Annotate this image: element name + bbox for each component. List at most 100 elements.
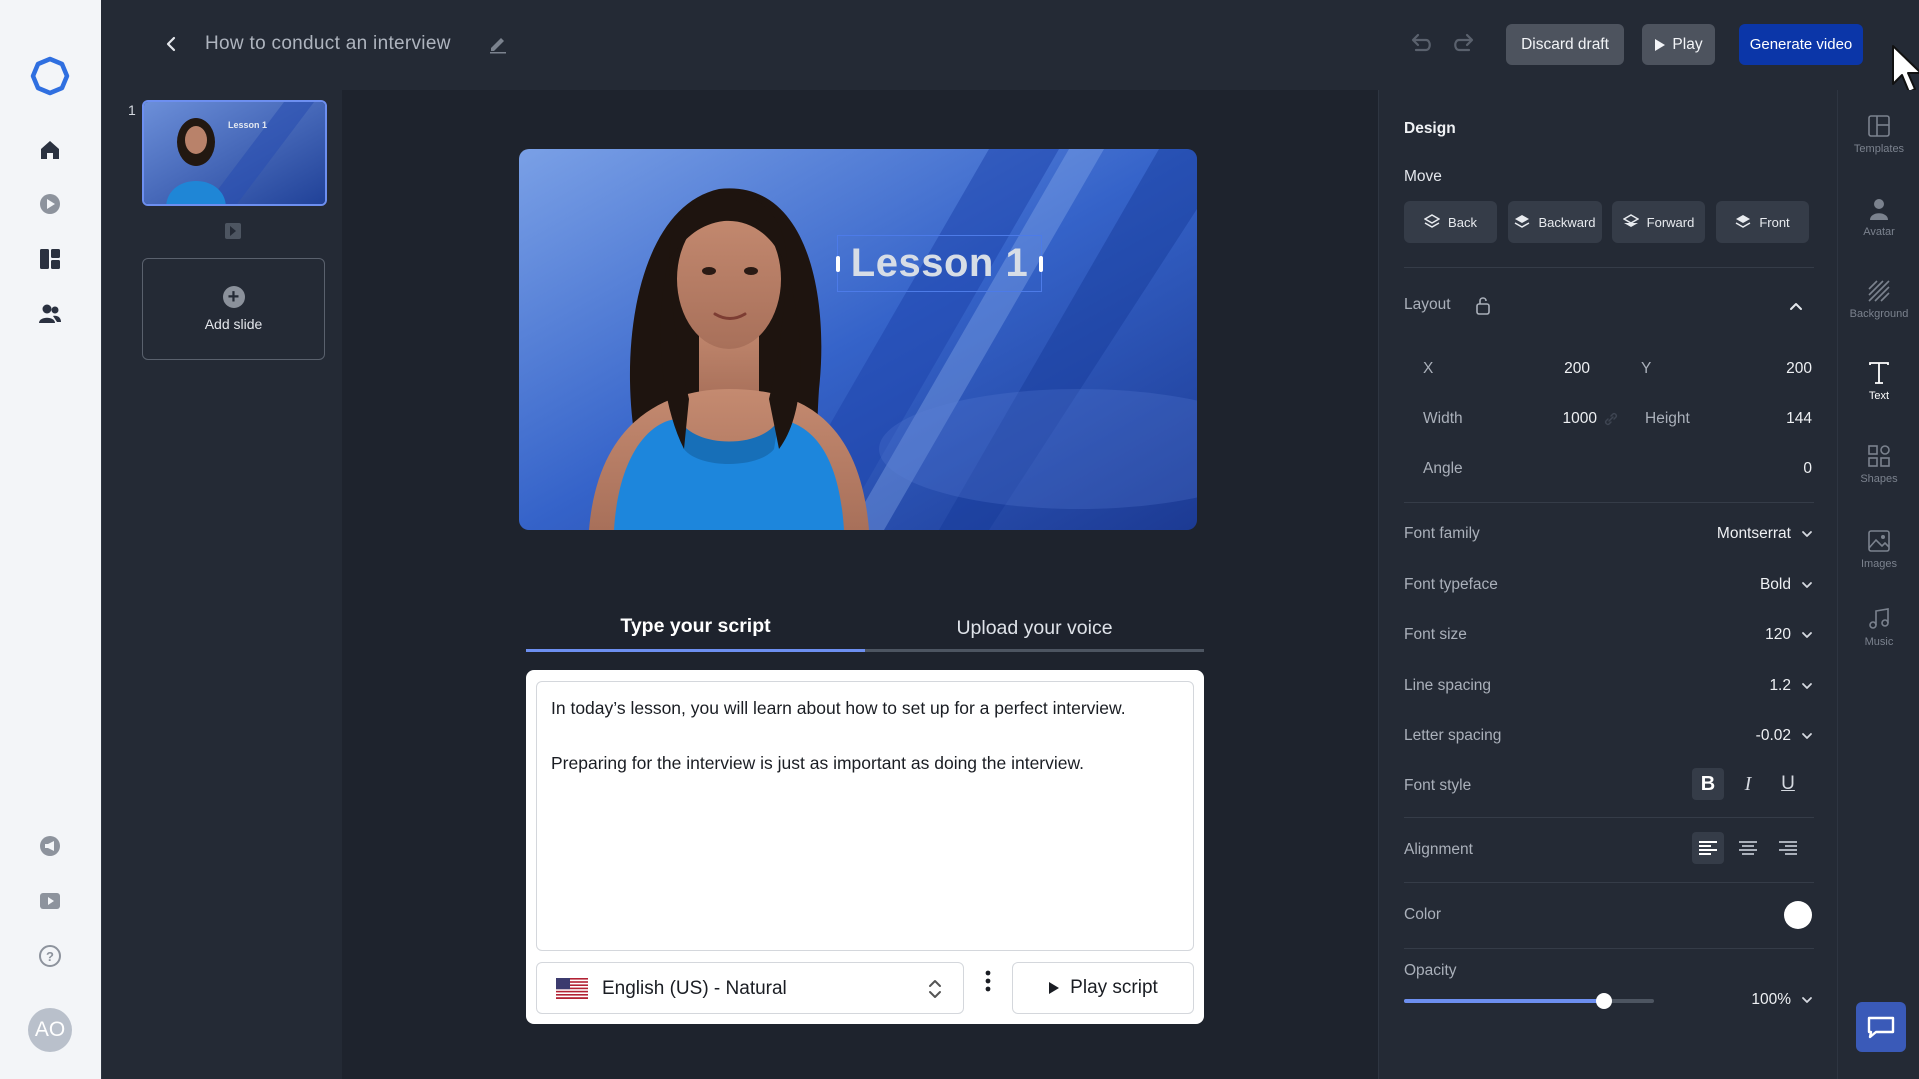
move-front-label: Front [1759,214,1790,230]
tab-upload-voice[interactable]: Upload your voice [865,604,1204,652]
play-script-button[interactable]: Play script [1012,962,1194,1014]
alignment-label: Alignment [1404,841,1473,858]
more-options-icon[interactable] [981,968,995,994]
play-circle-icon[interactable] [36,190,64,218]
tool-music[interactable]: Music [1838,593,1919,663]
bold-button[interactable]: B [1692,768,1724,800]
add-slide-label: Add slide [204,316,263,332]
user-avatar[interactable]: AO [28,1008,72,1052]
move-front-button[interactable]: Front [1716,201,1809,243]
height-input[interactable]: 144 [1709,410,1812,428]
tool-label: Images [1860,558,1898,570]
opacity-slider[interactable] [1404,993,1654,1009]
lock-open-icon[interactable] [1475,295,1491,315]
chevron-down-icon [1802,997,1812,1003]
script-card: In today’s lesson, you will learn about … [526,670,1204,1024]
play-script-label: Play script [1070,977,1158,998]
script-paragraph: In today’s lesson, you will learn about … [551,698,1126,718]
home-icon[interactable] [36,136,64,164]
chevron-up-icon[interactable] [1788,298,1804,314]
templates-icon [1868,115,1890,137]
chevron-down-icon [1802,582,1812,588]
italic-button[interactable]: I [1732,768,1764,800]
slides-panel: 1 Lesson 1 + Add slide [101,90,342,1079]
letter-spacing-select[interactable]: -0.02 [1756,727,1813,745]
width-label: Width [1423,410,1463,427]
megaphone-icon[interactable] [36,832,64,860]
lesson-title-text[interactable]: Lesson 1 [851,241,1028,286]
divider [1404,882,1814,883]
tool-background[interactable]: Background [1838,265,1919,335]
mouse-cursor-icon [1892,45,1919,93]
undo-icon[interactable] [1406,32,1434,56]
video-icon[interactable] [36,887,64,915]
tool-shapes[interactable]: Shapes [1838,430,1919,500]
color-label: Color [1404,906,1442,923]
us-flag-icon [556,978,588,999]
background-icon [1868,280,1890,302]
music-icon [1869,608,1889,629]
script-textarea[interactable]: In today’s lesson, you will learn about … [536,681,1194,951]
text-icon [1869,362,1889,384]
font-style-label: Font style [1404,777,1472,794]
chat-icon [1867,1016,1895,1039]
tool-label: Templates [1853,143,1905,155]
angle-input[interactable]: 0 [1709,460,1812,478]
font-family-select[interactable]: Montserrat [1717,525,1813,543]
resize-handle-right[interactable] [1039,256,1043,272]
slide-thumbnail[interactable]: Lesson 1 [142,100,327,206]
move-forward-button[interactable]: Forward [1612,201,1705,243]
layers-front-icon [1735,215,1751,228]
generate-video-label: Generate video [1749,36,1853,53]
brand-logo[interactable] [30,56,70,96]
users-icon[interactable] [36,300,64,328]
y-input[interactable]: 200 [1709,360,1812,378]
divider [1404,817,1814,818]
x-input[interactable]: 200 [1499,360,1590,378]
chat-support-button[interactable] [1856,1002,1906,1052]
edit-pencil-icon[interactable] [487,32,509,54]
move-back-button[interactable]: Back [1404,201,1497,243]
slide-canvas[interactable] [519,149,1197,530]
tool-avatar[interactable]: Avatar [1838,183,1919,253]
tool-text[interactable]: Text [1838,347,1919,417]
line-spacing-label: Line spacing [1404,677,1492,694]
align-left-button[interactable] [1692,832,1724,864]
tab-type-script[interactable]: Type your script [526,604,865,652]
align-center-button[interactable] [1732,832,1764,864]
color-swatch[interactable] [1784,901,1812,929]
width-input[interactable]: 1000 [1499,410,1597,428]
resize-handle-left[interactable] [836,256,840,272]
move-label: Move [1404,168,1442,185]
discard-draft-button[interactable]: Discard draft [1506,24,1624,65]
help-icon[interactable]: ? [36,942,64,970]
generate-video-button[interactable]: Generate video [1739,24,1863,65]
redo-icon[interactable] [1451,32,1479,56]
opacity-slider-knob[interactable] [1596,993,1612,1009]
height-label: Height [1645,410,1690,427]
font-size-select[interactable]: 120 [1765,626,1813,644]
voice-select[interactable]: English (US) - Natural [536,962,964,1014]
nav-rail: ? AO [0,0,101,1079]
templates-icon[interactable] [36,245,64,273]
align-right-button[interactable] [1772,832,1804,864]
font-typeface-select[interactable]: Bold [1760,576,1813,594]
line-spacing-select[interactable]: 1.2 [1769,677,1813,695]
transition-icon[interactable] [223,221,243,241]
lesson-text-element[interactable]: Lesson 1 [836,235,1043,292]
tool-images[interactable]: Images [1838,515,1919,585]
link-icon[interactable] [1603,411,1619,427]
chevron-down-icon [1802,683,1812,689]
underline-button[interactable]: U [1772,768,1804,800]
font-typeface-value: Bold [1759,576,1791,593]
tool-templates[interactable]: Templates [1838,100,1919,170]
project-title[interactable]: How to conduct an interview [205,33,451,55]
move-backward-button[interactable]: Backward [1508,201,1602,243]
add-slide-button[interactable]: + Add slide [142,258,325,360]
layers-back-icon [1424,214,1441,228]
chevron-down-icon [1802,733,1812,739]
play-button[interactable]: Play [1642,24,1715,65]
layout-label: Layout [1404,296,1451,313]
back-icon[interactable] [159,30,183,58]
opacity-select[interactable]: 100% [1751,991,1813,1009]
